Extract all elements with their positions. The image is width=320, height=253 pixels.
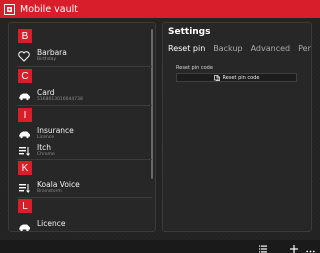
group-header-k[interactable]: K: [18, 161, 32, 175]
group-letter: B: [21, 30, 29, 42]
item-subtitle: Birthday: [37, 57, 57, 62]
group-letter: K: [21, 162, 29, 174]
car-icon: [17, 127, 31, 141]
vault-app-icon: [3, 3, 15, 15]
item-title: Insurance: [37, 126, 74, 135]
item-title: Koala Voice: [37, 180, 80, 189]
reset-pin-section: Reset pin code Reset pin code: [176, 65, 297, 82]
list-item-koala-voice[interactable]: Koala Voice Brainstorm: [17, 180, 152, 195]
settings-panel: Settings Reset pin Backup Advanced Perso…: [162, 22, 312, 232]
heart-icon: [17, 49, 31, 63]
divider: [17, 159, 152, 160]
item-subtitle: Chrome: [37, 152, 55, 157]
settings-title: Settings: [168, 27, 211, 37]
reset-pin-button[interactable]: Reset pin code: [176, 73, 297, 82]
list-item-licence[interactable]: Licence: [17, 219, 152, 231]
tab-persona[interactable]: Persona: [298, 44, 311, 53]
group-header-i[interactable]: I: [18, 108, 32, 122]
vault-entries-list[interactable]: B Barbara Birthday C Card 51680130166447…: [8, 22, 156, 232]
item-title: Licence: [37, 219, 66, 228]
group-header-c[interactable]: C: [18, 69, 32, 83]
item-subtitle: Licence: [37, 135, 55, 140]
car-icon: [17, 220, 31, 231]
group-header-b[interactable]: B: [18, 29, 32, 43]
divider: [17, 197, 152, 198]
item-title: Card: [37, 88, 55, 97]
tab-backup[interactable]: Backup: [213, 44, 242, 53]
more-icon: [305, 238, 315, 253]
list-item-insurance[interactable]: Insurance Licence: [17, 126, 152, 141]
add-button[interactable]: [289, 242, 299, 253]
reset-icon: [213, 74, 220, 81]
list-icon: [17, 144, 31, 158]
list-item-itch[interactable]: Itch Chrome: [17, 143, 152, 158]
list-icon: [17, 181, 31, 195]
list-icon: [259, 238, 267, 253]
item-subtitle: Brainstorm: [37, 189, 62, 194]
group-letter: I: [23, 109, 27, 121]
list-item-card[interactable]: Card 5168013016644738: [17, 88, 152, 103]
group-letter: L: [22, 200, 28, 212]
more-button[interactable]: [305, 242, 315, 252]
group-letter: C: [21, 70, 29, 82]
reset-pin-button-label: Reset pin code: [222, 74, 260, 81]
item-subtitle: 5168013016644738: [37, 97, 83, 102]
group-header-l[interactable]: L: [18, 199, 32, 213]
window-title: Mobile vault: [20, 3, 79, 15]
tab-advanced[interactable]: Advanced: [251, 44, 291, 53]
list-view-button[interactable]: [258, 242, 268, 252]
car-icon: [17, 89, 31, 103]
tab-reset-pin[interactable]: Reset pin: [168, 44, 205, 53]
reset-pin-label: Reset pin code: [176, 65, 213, 71]
divider: [17, 105, 152, 106]
item-title: Itch: [37, 143, 52, 152]
settings-tabs: Reset pin Backup Advanced Persona: [168, 44, 311, 53]
list-item-barbara[interactable]: Barbara Birthday: [17, 48, 152, 63]
add-icon: [290, 238, 298, 253]
item-title: Barbara: [37, 48, 67, 57]
divider: [17, 66, 152, 67]
title-bar: Mobile vault: [0, 0, 320, 18]
bottom-app-bar: [0, 240, 320, 253]
